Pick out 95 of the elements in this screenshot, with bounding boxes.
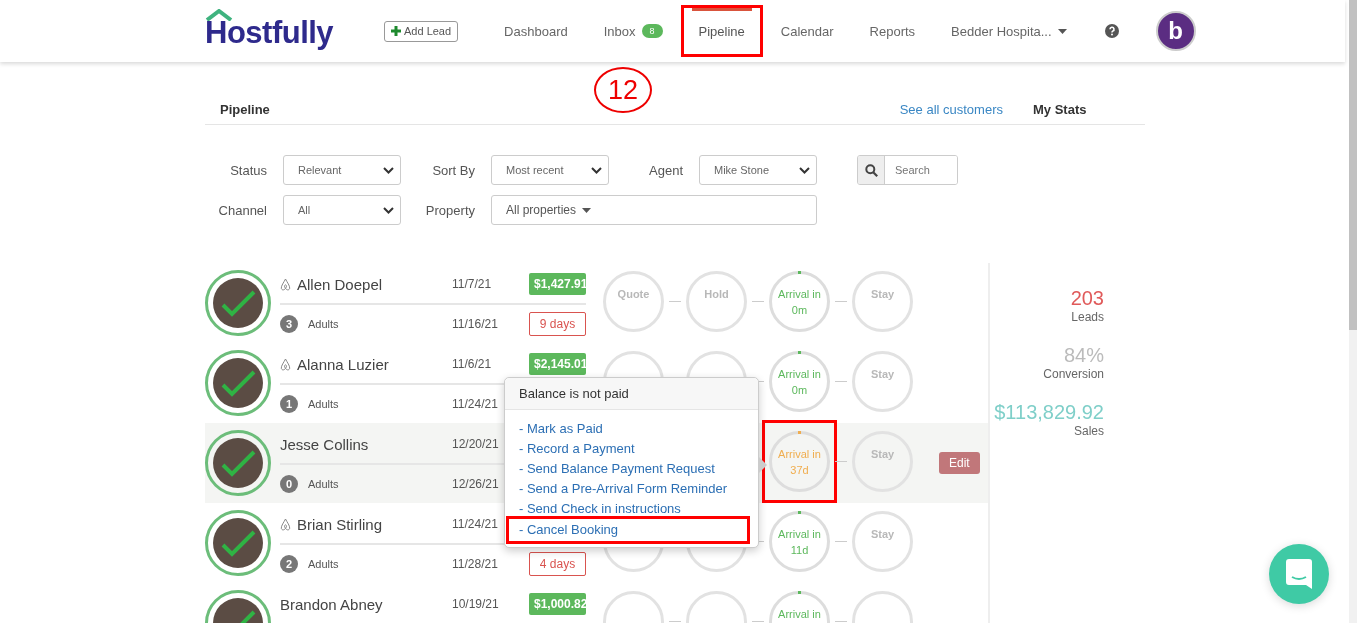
popover-action-link[interactable]: - Send Check in instructions bbox=[507, 499, 758, 519]
stage-circle: Quote bbox=[603, 271, 664, 332]
check-in-date: 12/20/21 bbox=[452, 437, 499, 451]
filter-label: Property bbox=[424, 202, 476, 218]
add-lead-button[interactable]: Add Lead bbox=[384, 20, 459, 42]
nav-tab[interactable]: Reports bbox=[851, 5, 934, 57]
edit-button[interactable]: Edit bbox=[939, 452, 980, 474]
nav-tab[interactable]: Pipeline bbox=[680, 5, 763, 57]
stat-label: Sales bbox=[1073, 424, 1104, 438]
chevron-down-icon bbox=[383, 166, 394, 174]
popover-action-link[interactable]: - Mark as Paid bbox=[507, 419, 758, 439]
help-icon[interactable] bbox=[1104, 24, 1119, 38]
check-in-date: 11/7/21 bbox=[452, 277, 492, 291]
check-out-date: 11/16/21 bbox=[452, 317, 498, 331]
popover-action-link[interactable]: - Record a Payment bbox=[507, 439, 758, 459]
stat-label: Conversion bbox=[1043, 367, 1104, 381]
days-badge: 4 days bbox=[529, 552, 586, 576]
caret-icon bbox=[1057, 28, 1067, 34]
checked-photo-drawing bbox=[211, 356, 265, 410]
nav-tab[interactable]: Dashboard bbox=[486, 5, 586, 57]
check-out-date: 12/26/21 bbox=[452, 477, 499, 491]
guest-name[interactable]: Brandon Abney bbox=[280, 595, 383, 613]
guest-count-badge: 1 bbox=[280, 395, 298, 413]
check-out-date: 11/28/21 bbox=[452, 557, 498, 571]
stage-circle: Arrival in 37d bbox=[769, 431, 830, 492]
guest-name[interactable]: Brian Stirling bbox=[297, 515, 383, 533]
select-field[interactable]: Mike Stone bbox=[699, 155, 817, 185]
stage-circle: Arrival in 11d bbox=[769, 511, 830, 572]
days-badge: 9 days bbox=[529, 312, 586, 336]
chevron-down-icon bbox=[383, 206, 394, 214]
user-avatar[interactable]: b bbox=[1155, 11, 1196, 51]
popover-action-link[interactable]: - Send Balance Payment Request bbox=[507, 459, 758, 479]
stage-circle: Stay bbox=[852, 431, 913, 492]
filter-label: Sort By bbox=[431, 162, 476, 178]
guests-label: Adults bbox=[308, 398, 339, 410]
chevron-down-icon bbox=[799, 166, 810, 174]
guest-count-badge: 2 bbox=[280, 555, 298, 573]
amount-badge: $2,145.01 bbox=[529, 353, 586, 375]
search-icon bbox=[864, 163, 878, 177]
filter-label: Agent bbox=[648, 162, 684, 178]
chevron-down-icon bbox=[591, 166, 602, 174]
amount-badge: $1,427.91 bbox=[529, 273, 586, 295]
guest-name[interactable]: Jesse Collins bbox=[280, 435, 369, 453]
check-in-date: 11/24/21 bbox=[452, 517, 498, 531]
guest-name[interactable]: Allen Doepel bbox=[297, 275, 383, 293]
see-all-customers-link[interactable]: See all customers bbox=[899, 101, 1003, 117]
unread-count-badge: 8 bbox=[641, 24, 663, 38]
stat-value: $113,829.92 bbox=[994, 401, 1104, 424]
logo[interactable]: Hostfully bbox=[205, 15, 345, 51]
check-out-date: 11/24/21 bbox=[452, 397, 498, 411]
stat-label: Leads bbox=[1071, 310, 1104, 324]
stats-title: My Stats bbox=[1033, 101, 1088, 117]
checked-photo-drawing bbox=[211, 516, 265, 570]
check-in-date: 10/19/21 bbox=[452, 597, 499, 611]
stage-circle: Arrival in 0m bbox=[769, 351, 830, 412]
stat-value: 84% bbox=[1063, 344, 1104, 367]
popover-title: Balance is not paid bbox=[505, 378, 758, 410]
nav-tab[interactable]: Calendar bbox=[762, 5, 852, 57]
filter-label: Channel bbox=[217, 202, 268, 218]
guests-label: Adults bbox=[308, 558, 339, 570]
filter-label: Status bbox=[229, 162, 268, 178]
guest-count-badge: 3 bbox=[280, 315, 298, 333]
stage-circle: Stay bbox=[852, 351, 913, 412]
stage-circle: Stay bbox=[852, 511, 913, 572]
nav-tab[interactable]: Inbox 8 bbox=[585, 5, 681, 57]
scrollbar-thumb[interactable] bbox=[1349, 0, 1357, 330]
guest-name[interactable]: Alanna Luzier bbox=[297, 355, 389, 373]
step-number-callout: 12 bbox=[594, 67, 652, 113]
chat-button[interactable] bbox=[1269, 544, 1329, 604]
select-field[interactable]: Relevant bbox=[283, 155, 401, 185]
section-title: Pipeline bbox=[220, 101, 271, 117]
guests-label: Adults bbox=[308, 318, 339, 330]
popover-action-link[interactable]: - Send a Pre-Arrival Form Reminder bbox=[507, 479, 758, 499]
check-in-date: 11/6/21 bbox=[452, 357, 492, 371]
checked-photo-drawing bbox=[211, 436, 265, 490]
stage-circle: Arrival in bbox=[769, 591, 830, 623]
checked-photo-drawing bbox=[211, 276, 265, 330]
plus-icon bbox=[391, 26, 401, 36]
stat-value: 203 bbox=[1070, 287, 1104, 310]
guests-label: Adults bbox=[308, 478, 339, 490]
stage-circle: Hold bbox=[686, 271, 747, 332]
amount-badge: $1,000.82 bbox=[529, 593, 586, 615]
caret-icon bbox=[582, 207, 592, 213]
roof-icon bbox=[205, 9, 233, 21]
scrollbar[interactable] bbox=[1349, 0, 1357, 623]
select-field[interactable]: Most recent bbox=[491, 155, 609, 185]
search-field[interactable]: Search bbox=[857, 155, 958, 185]
property-dropdown[interactable]: All properties bbox=[491, 195, 817, 225]
chat-bubble-icon bbox=[1286, 559, 1312, 589]
stage-circle: Stay bbox=[852, 271, 913, 332]
account-dropdown[interactable]: Bedder Hospita... bbox=[933, 5, 1085, 57]
guest-count-badge: 0 bbox=[280, 475, 298, 493]
popover-action-link[interactable]: - Cancel Booking bbox=[506, 516, 750, 544]
stage-circle: Arrival in 0m bbox=[769, 271, 830, 332]
select-field[interactable]: All bbox=[283, 195, 401, 225]
